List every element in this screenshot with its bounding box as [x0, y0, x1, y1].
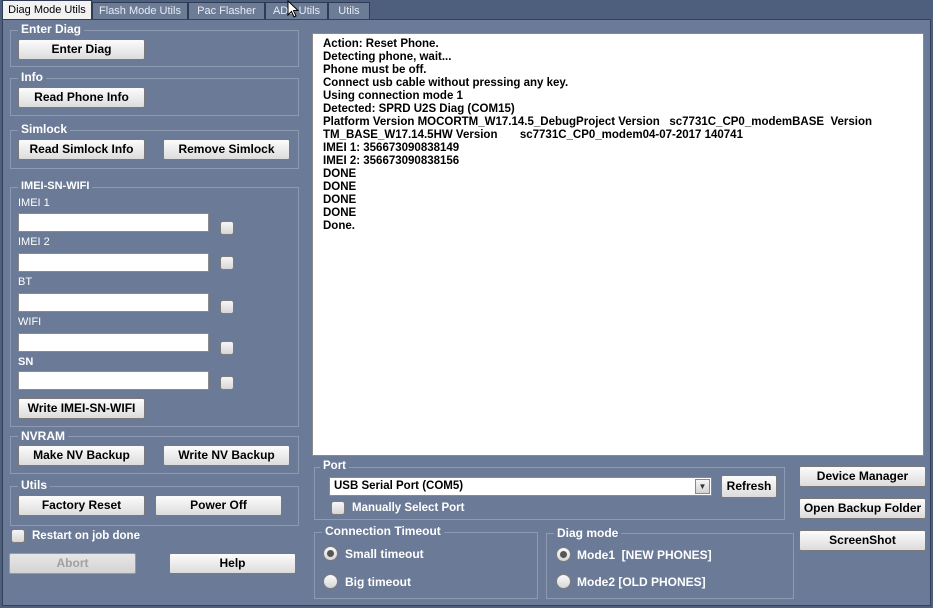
utils-title: Utils: [18, 478, 51, 492]
bt-checkbox[interactable]: [220, 300, 234, 314]
sn-label: SN: [18, 356, 34, 368]
log-line: Detecting phone, wait...: [323, 51, 452, 63]
factory-reset-button[interactable]: Factory Reset: [18, 495, 145, 516]
restart-on-done-checkbox[interactable]: [11, 529, 25, 543]
imei2-input[interactable]: [18, 253, 209, 272]
enter-diag-title: Enter Diag: [18, 22, 85, 36]
mode2-radio[interactable]: [556, 574, 571, 589]
log-line: Phone must be off.: [323, 64, 427, 76]
help-button[interactable]: Help: [169, 553, 296, 574]
log-line: DONE: [323, 168, 357, 180]
log-line: Using connection mode 1: [323, 90, 463, 102]
simlock-title: Simlock: [18, 122, 71, 136]
sn-checkbox[interactable]: [220, 376, 234, 390]
manual-select-port-label: Manually Select Port: [352, 502, 465, 514]
log-line: IMEI 2: 356673090838156: [323, 155, 460, 167]
open-backup-folder-button[interactable]: Open Backup Folder: [799, 498, 926, 519]
big-timeout-radio[interactable]: [323, 574, 338, 589]
make-nv-backup-button[interactable]: Make NV Backup: [18, 445, 145, 466]
read-simlock-info-button[interactable]: Read Simlock Info: [18, 139, 145, 160]
imei2-checkbox[interactable]: [220, 256, 234, 270]
mode2-label: Mode2 [OLD PHONES]: [577, 575, 706, 589]
remove-simlock-button[interactable]: Remove Simlock: [163, 139, 290, 160]
enter-diag-button[interactable]: Enter Diag: [18, 39, 145, 60]
wifi-input[interactable]: [18, 333, 209, 352]
imei1-input[interactable]: [18, 213, 209, 232]
mouse-cursor-icon: [287, 0, 300, 18]
log-line: Connect usb cable without pressing any k…: [323, 77, 569, 89]
log-line: Action: Reset Phone.: [323, 38, 439, 50]
imei-sn-wifi-title: IMEI-SN-WIFI: [18, 180, 93, 192]
wifi-label: WIFI: [18, 316, 42, 328]
tab-flash-mode-utils[interactable]: Flash Mode Utils: [92, 2, 188, 19]
device-manager-button[interactable]: Device Manager: [799, 466, 926, 487]
connection-timeout-title: Connection Timeout: [322, 524, 444, 538]
abort-button[interactable]: Abort: [9, 553, 136, 574]
small-timeout-radio[interactable]: [323, 546, 338, 561]
sn-input[interactable]: [18, 371, 209, 390]
mode1-label: Mode1 [NEW PHONES]: [577, 548, 712, 562]
log-line: TM_BASE_W17.14.5HW Version sc7731C_CP0_m…: [323, 129, 743, 141]
log-output[interactable]: Action: Reset Phone. Detecting phone, wa…: [312, 33, 924, 456]
write-nv-backup-button[interactable]: Write NV Backup: [163, 445, 290, 466]
tab-utils[interactable]: Utils: [328, 2, 370, 19]
refresh-button[interactable]: Refresh: [721, 475, 777, 498]
log-line: DONE: [323, 181, 357, 193]
screenshot-button[interactable]: ScreenShot: [799, 530, 926, 551]
imei1-label: IMEI 1: [18, 197, 50, 209]
log-line: Detected: SPRD U2S Diag (COM15): [323, 103, 515, 115]
power-off-button[interactable]: Power Off: [155, 495, 282, 516]
bt-label: BT: [18, 276, 33, 288]
log-line: DONE: [323, 194, 357, 206]
tab-pac-flasher[interactable]: Pac Flasher: [188, 2, 265, 19]
imei1-checkbox[interactable]: [220, 221, 234, 235]
tab-diag-mode-utils[interactable]: Diag Mode Utils: [2, 0, 92, 20]
wifi-checkbox[interactable]: [220, 341, 234, 355]
manual-select-port-checkbox[interactable]: [331, 501, 345, 515]
port-select[interactable]: USB Serial Port (COM5) ▼: [329, 477, 712, 496]
diag-mode-title: Diag mode: [554, 526, 622, 540]
log-line: IMEI 1: 356673090838149: [323, 142, 460, 154]
tab-bar: Diag Mode Utils Flash Mode Utils Pac Fla…: [0, 0, 933, 20]
imei2-label: IMEI 2: [18, 236, 50, 248]
port-title: Port: [320, 460, 349, 472]
write-imei-sn-wifi-button[interactable]: Write IMEI-SN-WIFI: [18, 398, 145, 419]
log-line: Done.: [323, 220, 355, 232]
chevron-down-icon[interactable]: ▼: [695, 479, 710, 494]
small-timeout-label: Small timeout: [345, 547, 424, 561]
mode1-radio[interactable]: [556, 547, 571, 562]
port-select-value: USB Serial Port (COM5): [334, 480, 464, 492]
log-line: DONE: [323, 207, 357, 219]
nvram-title: NVRAM: [18, 429, 68, 443]
info-title: Info: [18, 70, 46, 84]
big-timeout-label: Big timeout: [345, 575, 411, 589]
diag-mode-group: [546, 533, 794, 599]
restart-on-done-label: Restart on job done: [32, 530, 140, 542]
read-phone-info-button[interactable]: Read Phone Info: [18, 87, 145, 108]
log-line: Platform Version MOCORTM_W17.14.5_DebugP…: [323, 116, 872, 128]
bt-input[interactable]: [18, 293, 209, 312]
